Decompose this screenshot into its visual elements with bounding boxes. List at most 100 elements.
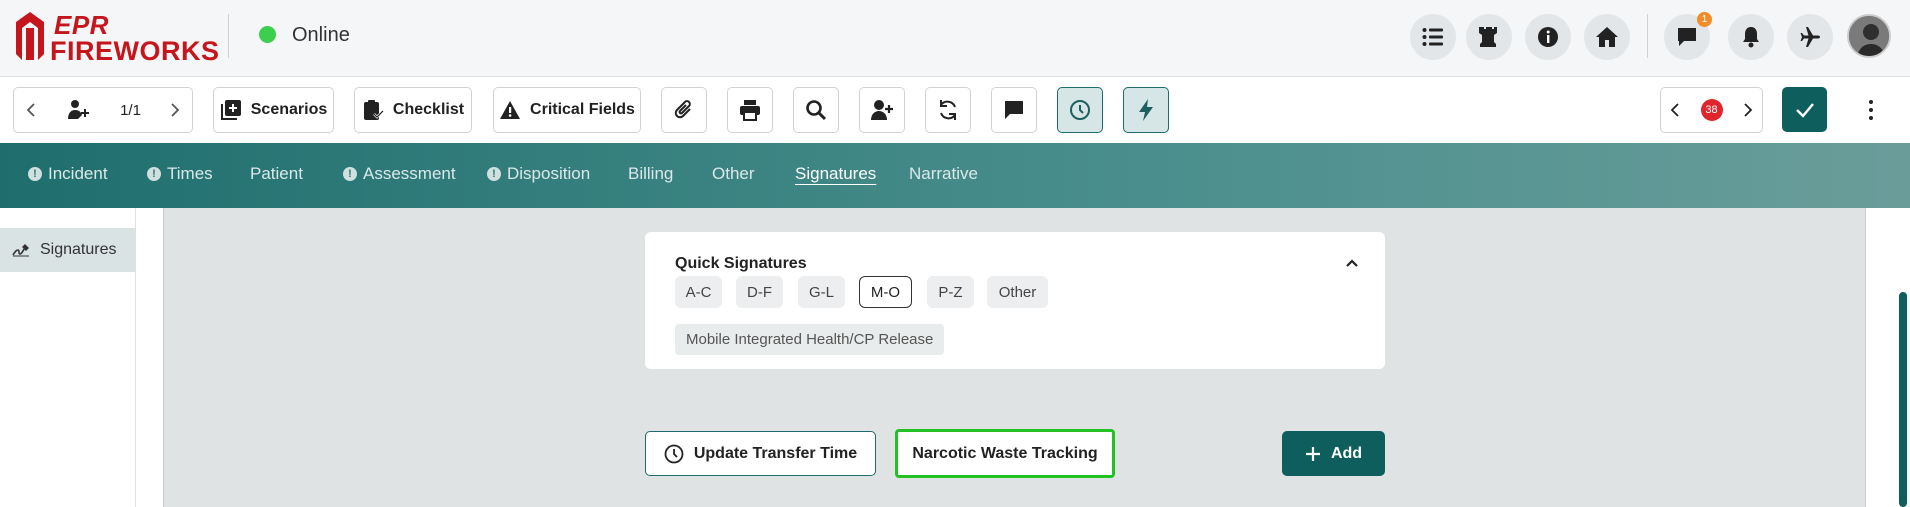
chevron-right-icon[interactable] (1743, 103, 1753, 117)
filter-chip-other[interactable]: Other (987, 276, 1048, 308)
filter-chip-a-c[interactable]: A-C (675, 276, 722, 308)
tab-times[interactable]: ! Times (147, 164, 213, 184)
messages-button[interactable]: 1 (1664, 12, 1712, 60)
comment-button[interactable] (991, 87, 1037, 133)
action-toolbar: 1/1 Scenarios Checklist Critical Fields (0, 77, 1910, 143)
search-icon (806, 100, 827, 121)
update-transfer-time-button[interactable]: Update Transfer Time (645, 431, 876, 476)
filter-chip-d-f[interactable]: D-F (736, 276, 783, 308)
logo-text-fireworks: FIREWORKS (50, 36, 220, 66)
critical-fields-button[interactable]: Critical Fields (493, 87, 641, 133)
tab-label: Assessment (363, 164, 456, 183)
section-sidebar: Signatures (0, 208, 136, 507)
attachment-button[interactable] (661, 87, 707, 133)
kebab-dot (1869, 116, 1873, 120)
filter-chip-g-l[interactable]: G-L (798, 276, 845, 308)
divider (228, 14, 229, 58)
add-signature-button[interactable]: Add (1282, 431, 1385, 476)
add-stack-icon (220, 100, 241, 120)
filter-chip-p-z[interactable]: P-Z (927, 276, 974, 308)
bell-icon (1743, 27, 1759, 48)
patient-transfer-icon (68, 100, 90, 119)
checkmark-icon (1795, 102, 1814, 118)
add-person-button[interactable] (859, 87, 905, 133)
tab-billing[interactable]: Billing (628, 164, 673, 184)
tab-other[interactable]: Other (712, 164, 755, 184)
chess-rook-button[interactable] (1466, 14, 1512, 60)
warning-icon: ! (28, 167, 42, 181)
sync-button[interactable] (925, 87, 971, 133)
sync-icon (940, 100, 956, 120)
home-icon (1596, 27, 1618, 47)
issues-count-badge[interactable]: 38 (1700, 99, 1723, 121)
online-status-text: Online (292, 24, 350, 46)
search-button[interactable] (793, 87, 839, 133)
home-button[interactable] (1584, 14, 1630, 60)
clock-icon (664, 444, 684, 463)
logo[interactable]: EPR FIREWORKS (12, 8, 219, 66)
chevron-left-icon[interactable] (26, 103, 36, 117)
airplane-icon (1800, 27, 1820, 47)
issues-pager: 38 (1660, 87, 1763, 133)
comment-icon (1005, 101, 1023, 119)
add-person-icon (871, 100, 893, 120)
scrollbar-thumb[interactable] (1899, 292, 1907, 507)
tab-assessment[interactable]: ! Assessment (343, 164, 456, 184)
tab-label: Signatures (795, 164, 877, 183)
tab-label: Patient (250, 164, 303, 183)
scenarios-button[interactable]: Scenarios (213, 87, 334, 133)
clipboard-check-icon (363, 100, 384, 120)
narcotic-waste-tracking-button[interactable]: Narcotic Waste Tracking (895, 429, 1115, 478)
quick-signatures-title: Quick Signatures (675, 255, 807, 272)
checklist-label: Checklist (392, 101, 465, 118)
signature-icon (12, 244, 29, 257)
plus-icon (1305, 446, 1320, 461)
kebab-dot (1869, 100, 1873, 104)
top-header: EPR FIREWORKS Online 1 (0, 0, 1910, 77)
warning-icon: ! (147, 167, 161, 181)
user-avatar[interactable] (1847, 14, 1891, 58)
tab-label: Disposition (507, 164, 591, 183)
chevron-up-icon[interactable] (1345, 258, 1359, 268)
critical-fields-label: Critical Fields (530, 101, 635, 118)
list-button[interactable] (1410, 14, 1456, 60)
quick-signature-option[interactable]: Mobile Integrated Health/CP Release (675, 324, 945, 355)
lightning-icon (1139, 99, 1153, 121)
paperclip-icon (674, 100, 691, 119)
warning-icon: ! (487, 167, 501, 181)
quick-action-button[interactable] (1123, 87, 1169, 133)
tab-label: Times (167, 164, 213, 183)
logo-emblem-icon (16, 12, 44, 60)
airplane-mode-button[interactable] (1787, 14, 1833, 60)
more-options-button[interactable] (1861, 97, 1881, 123)
tab-patient[interactable]: Patient (250, 164, 303, 184)
tab-signatures[interactable]: Signatures (795, 164, 876, 184)
notifications-button[interactable] (1728, 14, 1774, 60)
messages-badge: 1 (1697, 12, 1712, 27)
tab-disposition[interactable]: ! Disposition (487, 164, 590, 184)
tab-narrative[interactable]: Narrative (909, 164, 978, 184)
checklist-button[interactable]: Checklist (354, 87, 472, 133)
tab-label: Other (712, 164, 755, 183)
info-button[interactable] (1525, 14, 1571, 60)
quick-signatures-card: Quick Signatures A-C D-F G-L M-O P-Z Oth… (645, 232, 1385, 369)
add-label: Add (1330, 444, 1363, 462)
tab-incident[interactable]: ! Incident (28, 164, 108, 184)
warning-icon: ! (343, 167, 357, 181)
scenarios-label: Scenarios (250, 101, 328, 118)
pager-count: 1/1 (120, 101, 141, 119)
kebab-dot (1869, 108, 1873, 112)
tab-label: Narrative (909, 164, 978, 183)
info-icon (1538, 27, 1558, 47)
filter-chip-m-o[interactable]: M-O (859, 276, 912, 308)
sidebar-item-signatures[interactable]: Signatures (0, 228, 135, 272)
history-button[interactable] (1057, 87, 1103, 133)
print-button[interactable] (727, 87, 773, 133)
online-status-dot (259, 26, 276, 43)
confirm-button[interactable] (1782, 87, 1827, 132)
record-pager: 1/1 (13, 87, 193, 133)
clock-icon (1070, 100, 1090, 120)
list-icon (1422, 28, 1443, 46)
chevron-right-icon[interactable] (170, 103, 180, 117)
chevron-left-icon[interactable] (1670, 103, 1680, 117)
